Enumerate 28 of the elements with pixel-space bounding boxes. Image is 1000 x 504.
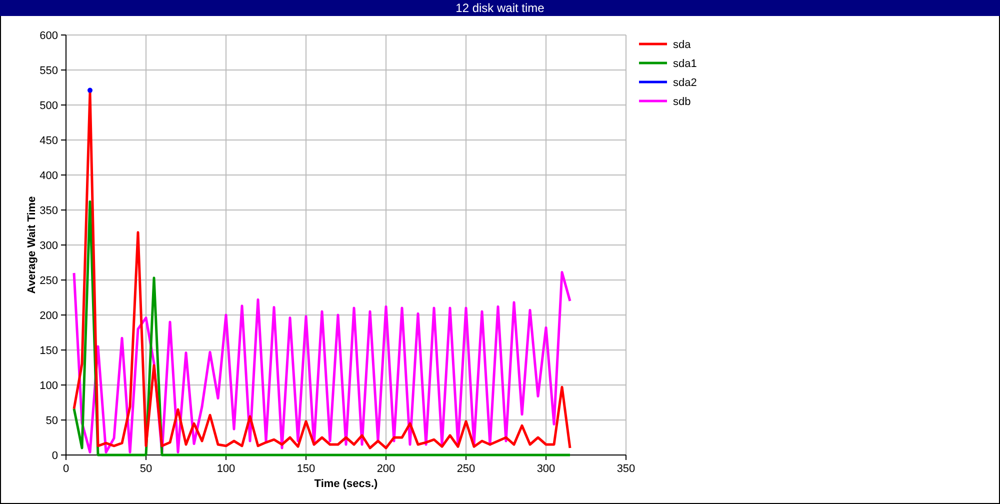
window-title: 12 disk wait time [0,0,1000,16]
legend-label: sda1 [673,58,697,70]
legend-label: sda [673,39,691,51]
y-tick-label: 600 [40,30,58,42]
y-axis-label: Average Wait Time [26,196,38,294]
x-tick-label: 350 [616,463,636,475]
y-tick-label: 450 [40,135,58,147]
y-tick-label: 100 [40,380,58,392]
x-tick-label: 150 [296,463,316,475]
y-tick-label: 400 [40,170,58,182]
y-tick-label: 0 [52,450,58,462]
x-tick-label: 300 [536,463,556,475]
y-tick-label: 250 [40,275,58,287]
y-tick-label: 500 [40,100,58,112]
x-tick-label: 250 [456,463,476,475]
y-tick-label: 50 [46,415,58,427]
x-tick-label: 50 [140,463,152,475]
x-tick-label: 200 [376,463,396,475]
legend-label: sdb [673,96,691,108]
y-tick-label: 200 [40,310,58,322]
x-tick-label: 100 [216,463,236,475]
x-tick-label: 0 [62,463,70,475]
y-tick-label: 150 [40,345,58,357]
y-tick-label: 300 [40,240,58,252]
y-tick-label: 350 [40,205,58,217]
legend-label: sda2 [673,77,697,89]
y-tick-label: 550 [40,65,58,77]
x-axis-label: Time (secs.) [314,478,378,490]
